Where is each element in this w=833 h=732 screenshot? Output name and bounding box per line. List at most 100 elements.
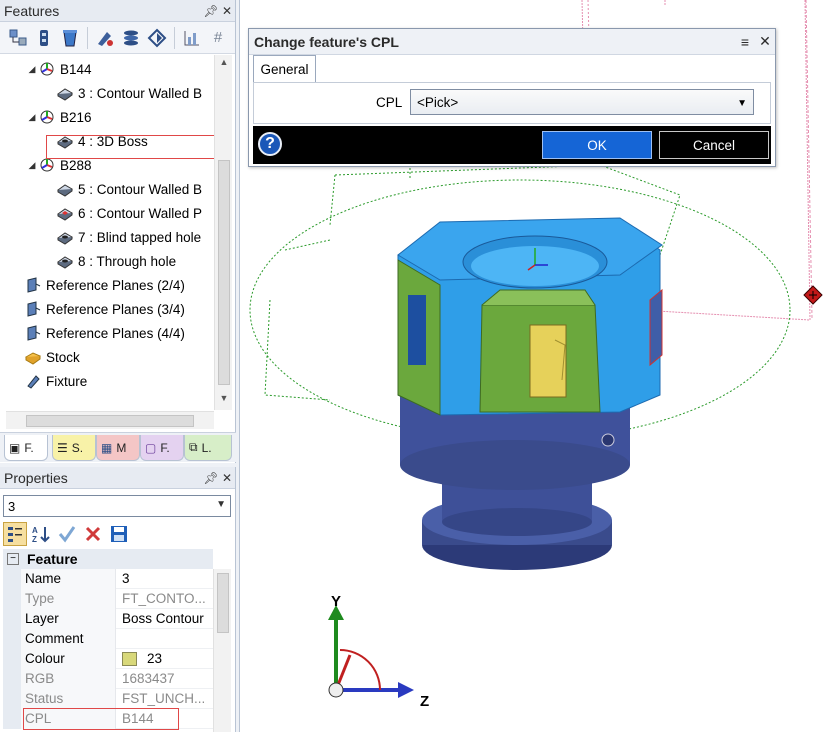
properties-pane-header: Properties 📌︎ ✕ xyxy=(0,467,235,489)
collapse-icon[interactable]: ◢ xyxy=(26,160,38,171)
cpl-select[interactable]: <Pick> ▼ xyxy=(410,89,754,115)
cancel-x-icon[interactable] xyxy=(81,522,105,546)
ok-button[interactable]: OK xyxy=(542,131,652,159)
collapse-icon[interactable]: ◢ xyxy=(26,112,38,123)
tree-item-label: Fixture xyxy=(46,373,88,389)
dialog-menu-icon[interactable]: ≡ xyxy=(735,34,755,50)
features-horizontal-scrollbar[interactable] xyxy=(6,411,214,429)
sort-az-icon[interactable]: AZ xyxy=(29,522,53,546)
hole-feature-icon xyxy=(56,228,74,246)
scroll-thumb[interactable] xyxy=(218,160,230,385)
dialog-body: CPL <Pick> ▼ xyxy=(253,82,771,124)
reference-plane-icon xyxy=(24,276,42,294)
tree-item-feature-8[interactable]: 8 : Through hole xyxy=(56,250,176,272)
tree-item-b216[interactable]: ◢ B216 xyxy=(26,106,92,128)
apply-check-icon[interactable] xyxy=(55,522,79,546)
tree-item-label: B144 xyxy=(60,61,92,77)
edit-feature-icon[interactable] xyxy=(93,26,117,50)
fixture-icon xyxy=(24,372,42,390)
reference-plane-icon xyxy=(24,300,42,318)
scroll-thumb[interactable] xyxy=(26,415,194,427)
property-row-layer[interactable]: Layer Boss Contour xyxy=(3,608,213,629)
close-icon[interactable]: ✕ xyxy=(219,471,235,485)
tree-item-feature-3[interactable]: 3 : Contour Walled B xyxy=(56,82,202,104)
selection-highlight xyxy=(46,135,214,159)
tree-item-reference-planes-4[interactable]: Reference Planes (4/4) xyxy=(24,322,185,344)
tab-f2[interactable]: ▢ F. xyxy=(140,435,184,461)
tab-l[interactable]: ⧉ L. xyxy=(184,435,232,461)
tree-item-label: Reference Planes (4/4) xyxy=(46,325,185,341)
tree-item-feature-6[interactable]: 6 : Contour Walled P xyxy=(56,202,202,224)
reference-plane-icon xyxy=(24,324,42,342)
property-row-type[interactable]: Type FT_CONTO... xyxy=(3,588,213,609)
axis-y-label: Y xyxy=(331,593,342,610)
left-panel: Features 📌︎ ✕ # ◢ B144 3: Contour Walle… xyxy=(0,0,240,732)
property-object-select[interactable]: 3 ▼ xyxy=(3,495,231,517)
cpl-marker-icon[interactable] xyxy=(803,285,823,305)
property-row-colour[interactable]: Colour 23 xyxy=(3,648,213,669)
pin-icon[interactable]: 📌︎ xyxy=(203,4,219,18)
dialog-title: Change feature's CPL xyxy=(254,33,399,50)
tree-item-label: B288 xyxy=(60,157,92,173)
hash-icon[interactable]: # xyxy=(206,26,230,50)
cpl-icon xyxy=(38,108,56,126)
properties-vertical-scrollbar[interactable] xyxy=(213,569,231,732)
feature-list-icon[interactable] xyxy=(32,26,56,50)
tree-item-stock[interactable]: Stock xyxy=(24,346,80,368)
dialog-tabs: General xyxy=(253,55,771,83)
collapse-icon[interactable]: ◢ xyxy=(26,64,38,75)
tree-item-feature-5[interactable]: 5 : Contour Walled B xyxy=(56,178,202,200)
chevron-down-icon: ▼ xyxy=(737,98,747,109)
features-pane: Features 📌︎ ✕ # ◢ B144 3: Contour Walle… xyxy=(0,0,236,463)
svg-text:Z: Z xyxy=(32,535,37,544)
tree-item-reference-planes-3[interactable]: Reference Planes (3/4) xyxy=(24,298,185,320)
scroll-down-icon[interactable]: ▼ xyxy=(215,393,233,403)
collapse-icon[interactable]: − xyxy=(7,553,19,565)
properties-pane: Properties 📌︎ ✕ 3 ▼ AZ − Feature Name 3 … xyxy=(0,467,236,732)
help-icon[interactable]: ? xyxy=(258,132,282,156)
layers-icon: ⧉ xyxy=(189,440,198,454)
scroll-thumb[interactable] xyxy=(217,573,229,633)
tree-item-fixture[interactable]: Fixture xyxy=(24,370,87,392)
property-row-status[interactable]: Status FST_UNCH... xyxy=(3,688,213,709)
tab-general[interactable]: General xyxy=(253,55,316,83)
dialog-footer: ? OK Cancel xyxy=(253,126,771,164)
property-category[interactable]: − Feature xyxy=(3,549,213,569)
tab-s[interactable]: ☰ S. xyxy=(52,435,96,461)
features-vertical-scrollbar[interactable]: ▲ ▼ xyxy=(214,55,232,410)
chevron-down-icon: ▼ xyxy=(216,499,226,510)
save-icon[interactable] xyxy=(107,522,131,546)
property-row-comment[interactable]: Comment xyxy=(3,628,213,649)
tab-m[interactable]: ▦ M xyxy=(96,435,140,461)
delete-feature-icon[interactable] xyxy=(58,26,82,50)
axis-triad xyxy=(328,605,414,698)
property-row-rgb[interactable]: RGB 1683437 xyxy=(3,668,213,689)
tree-item-reference-planes-2[interactable]: Reference Planes (2/4) xyxy=(24,274,185,296)
dialog-titlebar[interactable]: Change feature's CPL ≡ ✕ xyxy=(249,29,775,55)
tree-item-label: Stock xyxy=(46,349,80,365)
features-toolbar: # xyxy=(0,22,235,54)
chart-icon[interactable] xyxy=(180,26,204,50)
stack-icon[interactable] xyxy=(119,26,143,50)
cancel-button[interactable]: Cancel xyxy=(659,131,769,159)
tree-item-label: 8 : Through hole xyxy=(78,253,177,269)
close-icon[interactable]: ✕ xyxy=(219,4,235,18)
tree-item-b144[interactable]: ◢ B144 xyxy=(26,58,92,80)
tab-features[interactable]: ▣ F. xyxy=(4,435,48,461)
colour-swatch[interactable] xyxy=(122,651,137,666)
tree-item-label: 6 : Contour Walled P xyxy=(78,205,203,221)
feature-tree-icon[interactable] xyxy=(6,26,30,50)
pocket-feature-icon xyxy=(56,204,74,222)
diamond-icon[interactable] xyxy=(145,26,169,50)
feature-tree: ◢ B144 3 : Contour Walled B ◢ B216 4 : 3… xyxy=(0,55,214,410)
pin-icon[interactable]: 📌︎ xyxy=(203,471,219,485)
categorized-icon[interactable] xyxy=(3,522,27,546)
folder-icon: ▢ xyxy=(145,440,157,455)
cpl-label: CPL xyxy=(376,95,403,110)
close-icon[interactable]: ✕ xyxy=(755,33,775,50)
property-row-name[interactable]: Name 3 xyxy=(3,568,213,589)
tree-item-feature-7[interactable]: 7 : Blind tapped hole xyxy=(56,226,201,248)
machine-icon: ▦ xyxy=(101,440,113,455)
properties-toolbar: AZ xyxy=(3,521,131,547)
scroll-up-icon[interactable]: ▲ xyxy=(215,57,233,67)
